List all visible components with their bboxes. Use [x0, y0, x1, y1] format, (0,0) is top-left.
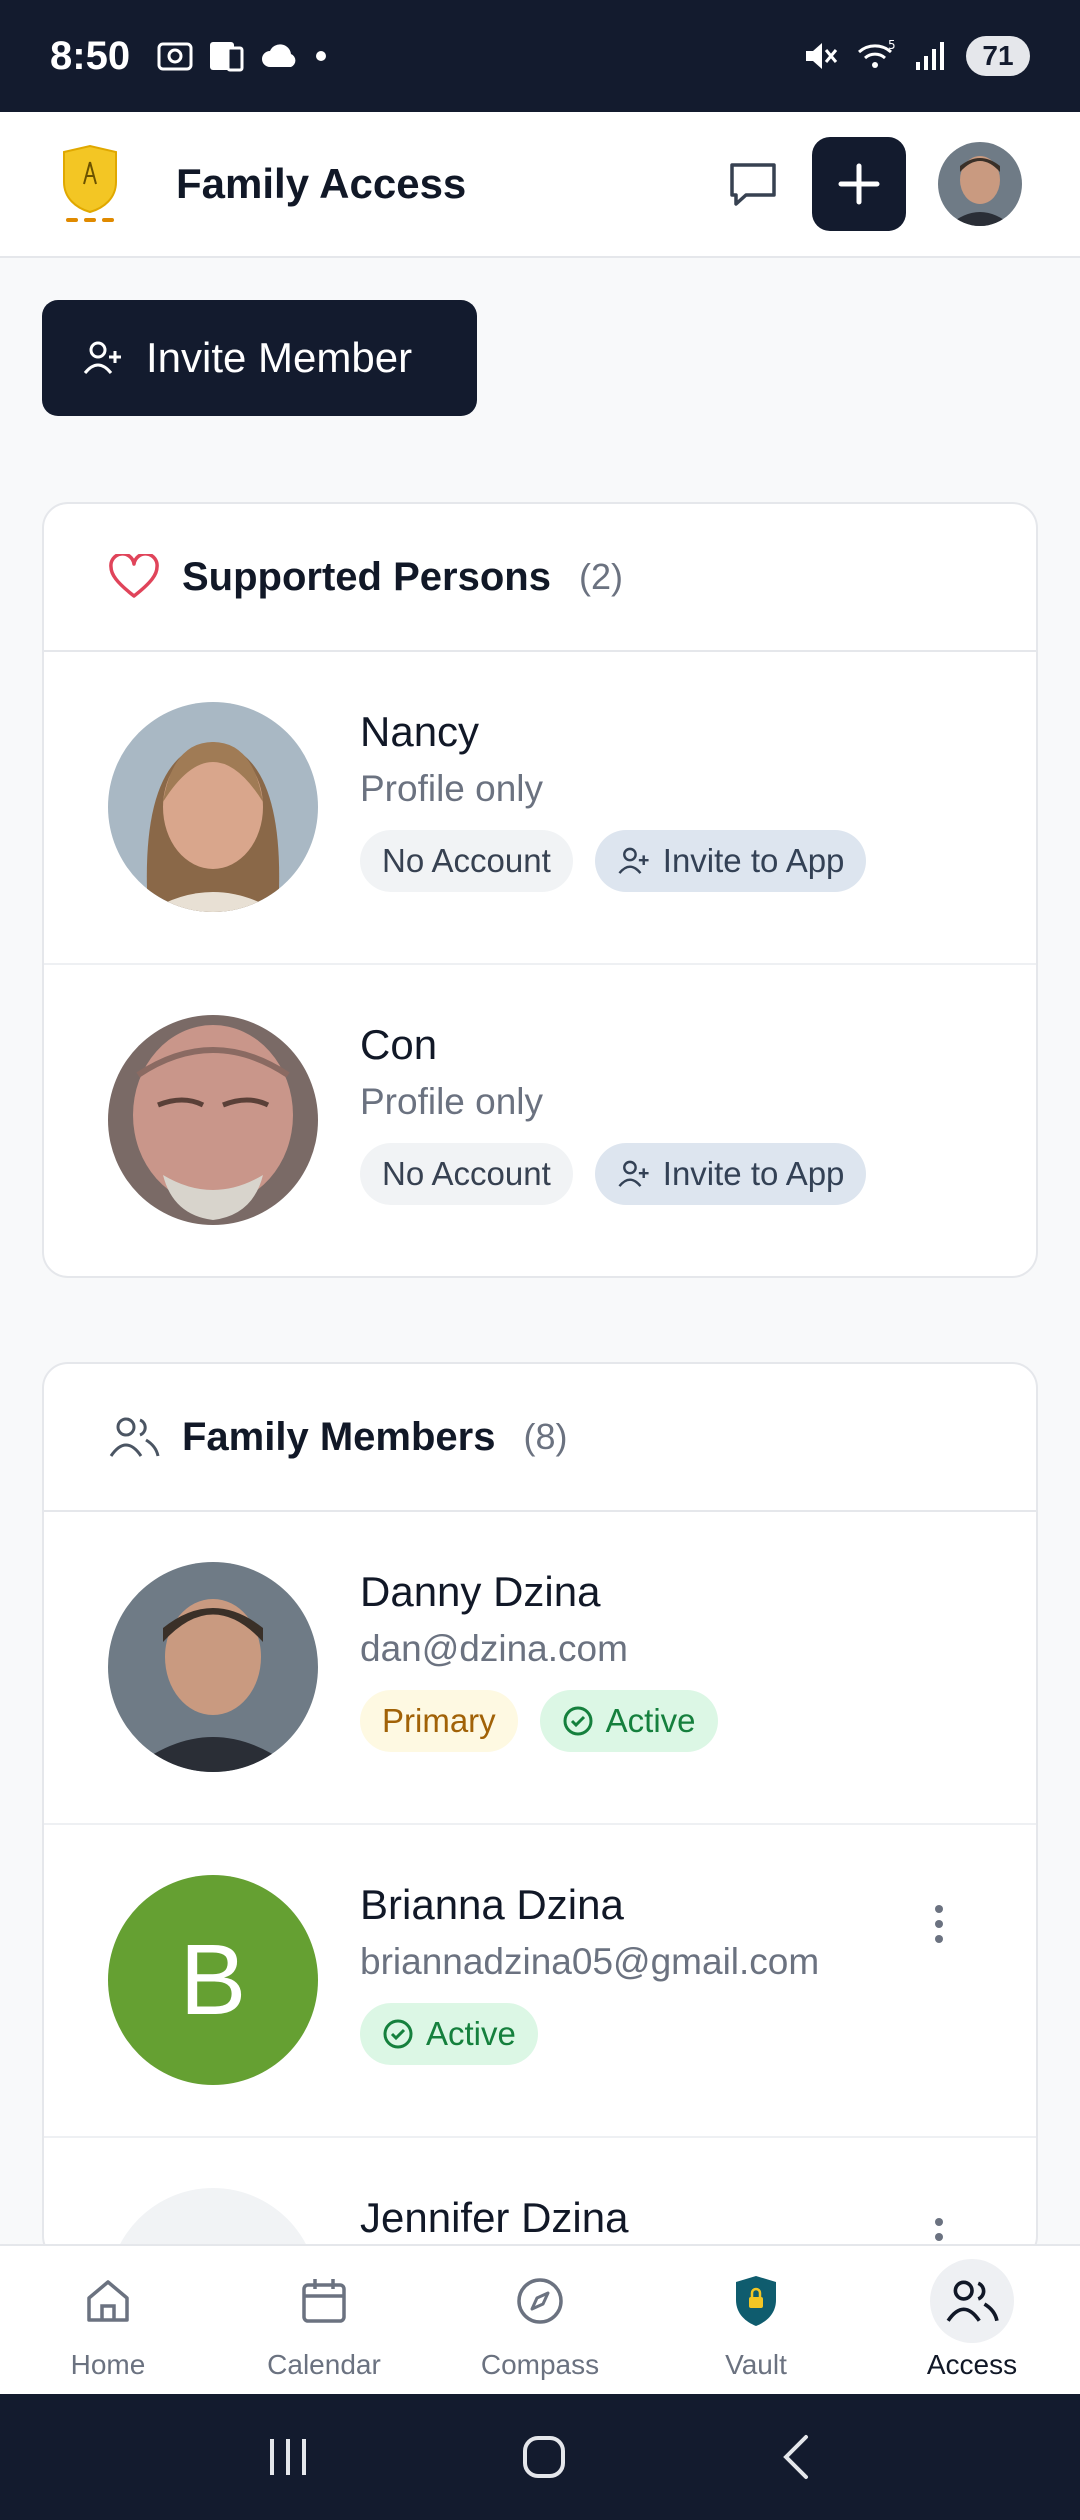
person-subtitle: Profile only — [360, 1081, 544, 1122]
nav-access-label: Access — [926, 2349, 1018, 2380]
nav-compass[interactable]: Compass — [432, 2246, 648, 2394]
member-email: briannadzina05@gmail.com — [360, 1941, 820, 1982]
check-circle-icon — [563, 1706, 593, 1736]
svg-text:5: 5 — [888, 39, 896, 52]
user-plus-icon — [618, 1160, 649, 1187]
member-badges: Active — [360, 2003, 538, 2065]
home-icon — [87, 2280, 129, 2322]
recents-icon[interactable] — [264, 2435, 312, 2479]
invite-to-app-label: Invite to App — [662, 1155, 845, 1192]
chat-icon[interactable] — [726, 159, 780, 209]
person-badges: No Account Invite to App — [360, 830, 867, 892]
invite-to-app-button[interactable]: Invite to App — [594, 1143, 867, 1205]
cloud-icon — [262, 44, 296, 67]
check-circle-icon — [383, 2019, 413, 2049]
nav-calendar-label: Calendar — [267, 2349, 381, 2380]
supported-persons-title: Supported Persons — [182, 554, 551, 599]
dot-icon — [316, 51, 327, 61]
supported-person-row[interactable]: Nancy Profile only No Account Invite to … — [44, 652, 1036, 965]
member-email: dan@dzina.com — [360, 1628, 628, 1669]
user-plus-icon — [83, 341, 121, 374]
status-bar: 8:50 5 71 — [0, 0, 1080, 112]
back-icon[interactable] — [776, 2433, 816, 2481]
bottom-nav: Home Calendar Compass Vault Access — [0, 2244, 1080, 2394]
member-avatar — [108, 1562, 318, 1772]
invite-member-button[interactable]: Invite Member — [42, 300, 477, 416]
person-avatar — [108, 1015, 318, 1225]
member-badges: Primary Active — [360, 1690, 718, 1752]
user-plus-icon — [618, 847, 649, 874]
nav-home[interactable]: Home — [0, 2246, 216, 2394]
nav-vault-label: Vault — [725, 2349, 787, 2380]
nav-access[interactable]: Access — [864, 2246, 1080, 2394]
active-label: Active — [426, 2015, 516, 2052]
member-name: Danny Dzina — [360, 1568, 601, 1615]
nav-home-label: Home — [70, 2349, 146, 2380]
page-title: Family Access — [176, 160, 467, 207]
invite-to-app-button[interactable]: Invite to App — [594, 830, 867, 892]
family-members-header: Family Members (8) — [44, 1364, 1036, 1512]
compass-icon — [517, 2278, 563, 2324]
member-initial: B — [179, 1923, 247, 2036]
status-time: 8:50 — [50, 33, 131, 78]
battery-indicator: 71 — [966, 36, 1030, 76]
screenshot-icon — [157, 42, 193, 71]
family-member-row[interactable]: Danny Dzina dan@dzina.com Primary Active — [44, 1512, 1036, 1825]
invite-to-app-label: Invite to App — [662, 842, 845, 879]
no-account-badge: No Account — [360, 1143, 573, 1205]
person-subtitle: Profile only — [360, 768, 544, 809]
user-avatar[interactable] — [938, 142, 1022, 226]
app-logo-icon — [63, 144, 117, 222]
supported-persons-count: (2) — [578, 556, 623, 597]
nav-vault[interactable]: Vault — [648, 2246, 864, 2394]
status-icons-left — [156, 38, 328, 74]
heart-icon — [109, 554, 159, 598]
calendar-icon — [302, 2279, 346, 2323]
person-name: Nancy — [360, 708, 480, 755]
member-name: Brianna Dzina — [360, 1881, 624, 1928]
device-icon — [210, 42, 244, 72]
add-button[interactable] — [812, 137, 906, 231]
family-members-title: Family Members — [182, 1414, 496, 1459]
active-badge: Active — [360, 2003, 538, 2065]
person-name: Con — [360, 1021, 438, 1068]
member-avatar: B — [108, 1875, 318, 2085]
mute-icon — [806, 43, 838, 69]
nav-compass-label: Compass — [480, 2349, 600, 2380]
header-actions — [726, 137, 1022, 231]
family-members-count: (8) — [523, 1416, 568, 1457]
app-header: Family Access — [0, 112, 1080, 258]
users-icon — [946, 2280, 999, 2322]
active-badge: Active — [539, 1690, 718, 1752]
supported-persons-header: Supported Persons (2) — [44, 504, 1036, 652]
vault-shield-icon — [736, 2276, 776, 2326]
home-button-icon[interactable] — [520, 2433, 568, 2481]
more-options-icon[interactable] — [932, 1905, 946, 1943]
supported-person-row[interactable]: Con Profile only No Account Invite to Ap… — [44, 965, 1036, 1276]
signal-icon — [916, 42, 944, 70]
member-name: Jennifer Dzina — [360, 2194, 629, 2241]
wifi-icon: 5 — [858, 39, 896, 68]
no-account-badge: No Account — [360, 830, 573, 892]
system-nav-bar — [0, 2394, 1080, 2520]
person-avatar — [108, 702, 318, 912]
primary-badge: Primary — [360, 1690, 518, 1752]
person-badges: No Account Invite to App — [360, 1143, 867, 1205]
status-icons-right: 5 71 — [802, 36, 1030, 76]
active-label: Active — [605, 1702, 696, 1739]
users-icon — [109, 1417, 160, 1457]
invite-member-label: Invite Member — [146, 334, 413, 381]
nav-calendar[interactable]: Calendar — [216, 2246, 432, 2394]
family-members-card: Family Members (8) Danny Dzina dan@dzina… — [42, 1362, 1038, 2262]
plus-icon — [838, 163, 880, 205]
family-member-row[interactable]: B Brianna Dzina briannadzina05@gmail.com… — [44, 1825, 1036, 2138]
supported-persons-card: Supported Persons (2) Nancy Profile only… — [42, 502, 1038, 1278]
